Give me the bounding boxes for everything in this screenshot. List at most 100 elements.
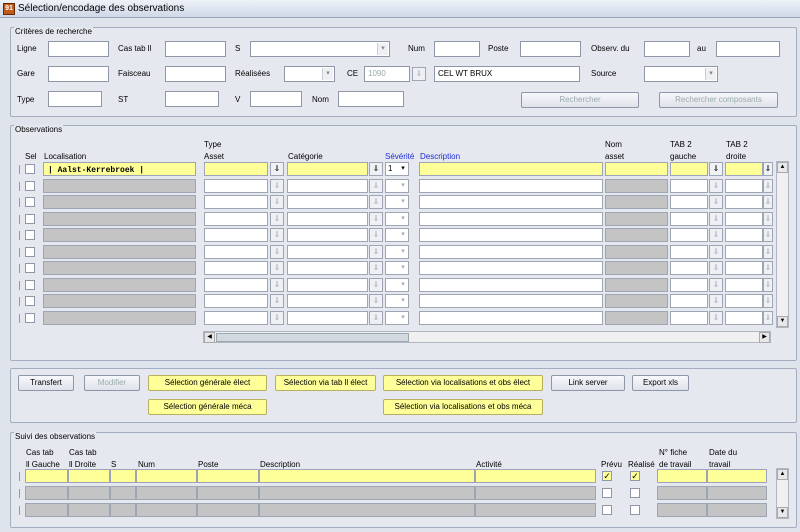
tab2-gauche-cell[interactable] [670, 162, 708, 176]
ligne-input[interactable] [48, 41, 109, 57]
description-cell[interactable] [259, 469, 475, 483]
activite-cell[interactable] [475, 469, 596, 483]
download-icon[interactable]: ⇓ [763, 261, 773, 275]
poste-cell[interactable] [197, 503, 259, 517]
selection-generale-meca-button[interactable]: Sélection générale méca [148, 399, 267, 415]
download-icon[interactable]: ⇓ [763, 278, 773, 292]
num-input[interactable] [434, 41, 480, 57]
tab2-droite-cell[interactable] [725, 195, 763, 209]
categorie-cell[interactable] [287, 245, 368, 259]
tab2-droite-cell[interactable] [725, 245, 763, 259]
nom-asset-cell[interactable] [605, 162, 668, 176]
categorie-cell[interactable] [287, 162, 368, 176]
categorie-cell[interactable] [287, 278, 368, 292]
type-asset-cell[interactable] [204, 245, 268, 259]
localisation-cell[interactable] [43, 228, 196, 242]
s-select[interactable]: ▾ [250, 41, 390, 57]
nom-asset-cell[interactable] [605, 195, 668, 209]
chevron-down-icon[interactable]: ▾ [398, 262, 408, 274]
chevron-down-icon[interactable]: ▾ [398, 196, 408, 208]
observ-au-input[interactable] [716, 41, 780, 57]
v-input[interactable] [250, 91, 302, 107]
tab2-droite-cell[interactable] [725, 228, 763, 242]
select-checkbox[interactable] [25, 197, 35, 207]
download-icon[interactable]: ⇓ [369, 278, 383, 292]
fiche-travail-cell[interactable] [657, 469, 707, 483]
realise-checkbox[interactable]: ✓ [630, 471, 640, 481]
scroll-up-icon[interactable]: ▲ [777, 469, 788, 480]
download-icon[interactable]: ⇓ [369, 245, 383, 259]
tab2-droite-cell[interactable] [725, 311, 763, 325]
download-icon[interactable]: ⇓ [270, 228, 284, 242]
download-icon[interactable]: ⇓ [270, 162, 284, 176]
download-icon[interactable]: ⇓ [369, 179, 383, 193]
download-icon[interactable]: ⇓ [709, 245, 723, 259]
tab2-droite-cell[interactable] [725, 179, 763, 193]
categorie-cell[interactable] [287, 261, 368, 275]
chevron-down-icon[interactable]: ▾ [377, 43, 388, 55]
nom-asset-cell[interactable] [605, 311, 668, 325]
cas-tab-input[interactable] [165, 41, 226, 57]
prevu-checkbox[interactable] [602, 505, 612, 515]
tab2-gauche-cell[interactable] [670, 278, 708, 292]
download-icon[interactable]: ⇓ [369, 228, 383, 242]
type-asset-cell[interactable] [204, 162, 268, 176]
nom-asset-cell[interactable] [605, 212, 668, 226]
type-asset-cell[interactable] [204, 195, 268, 209]
download-icon[interactable]: ⇓ [709, 311, 723, 325]
nom-asset-cell[interactable] [605, 245, 668, 259]
download-icon[interactable]: ⇓ [763, 294, 773, 308]
categorie-cell[interactable] [287, 212, 368, 226]
export-xls-button[interactable]: Export xls [632, 375, 689, 391]
chevron-down-icon[interactable]: ▾ [398, 229, 408, 241]
download-icon[interactable]: ⇓ [412, 67, 426, 81]
chevron-down-icon[interactable]: ▾ [398, 279, 408, 291]
description-cell[interactable] [419, 245, 603, 259]
download-icon[interactable]: ⇓ [369, 261, 383, 275]
tab2-gauche-cell[interactable] [670, 179, 708, 193]
download-icon[interactable]: ⇓ [709, 195, 723, 209]
prevu-checkbox[interactable]: ✓ [602, 471, 612, 481]
categorie-cell[interactable] [287, 294, 368, 308]
categorie-cell[interactable] [287, 179, 368, 193]
type-asset-cell[interactable] [204, 212, 268, 226]
activite-cell[interactable] [475, 486, 596, 500]
download-icon[interactable]: ⇓ [270, 278, 284, 292]
num-cell[interactable] [136, 469, 197, 483]
num-cell[interactable] [136, 486, 197, 500]
download-icon[interactable]: ⇓ [709, 261, 723, 275]
type-asset-cell[interactable] [204, 311, 268, 325]
hscroll-thumb[interactable] [216, 333, 409, 342]
download-icon[interactable]: ⇓ [270, 245, 284, 259]
localisation-cell[interactable] [43, 294, 196, 308]
download-icon[interactable]: ⇓ [709, 278, 723, 292]
description-cell[interactable] [419, 278, 603, 292]
download-icon[interactable]: ⇓ [270, 179, 284, 193]
download-icon[interactable]: ⇓ [270, 212, 284, 226]
download-icon[interactable]: ⇓ [369, 311, 383, 325]
description-cell[interactable] [419, 179, 603, 193]
localisation-cell[interactable] [43, 179, 196, 193]
select-checkbox[interactable] [25, 296, 35, 306]
categorie-cell[interactable] [287, 311, 368, 325]
description-cell[interactable] [419, 228, 603, 242]
download-icon[interactable]: ⇓ [763, 179, 773, 193]
select-checkbox[interactable] [25, 164, 35, 174]
tab2-gauche-cell[interactable] [670, 294, 708, 308]
gare-input[interactable] [48, 66, 109, 82]
tab2-gauche-cell[interactable] [670, 245, 708, 259]
select-checkbox[interactable] [25, 230, 35, 240]
chevron-down-icon[interactable]: ▾ [398, 295, 408, 307]
select-checkbox[interactable] [25, 313, 35, 323]
type-asset-cell[interactable] [204, 228, 268, 242]
download-icon[interactable]: ⇓ [763, 195, 773, 209]
link-server-button[interactable]: Link server [551, 375, 625, 391]
localisation-cell[interactable] [43, 195, 196, 209]
chevron-down-icon[interactable]: ▾ [398, 246, 408, 258]
download-icon[interactable]: ⇓ [763, 212, 773, 226]
scroll-down-icon[interactable]: ▼ [777, 507, 788, 518]
select-checkbox[interactable] [25, 263, 35, 273]
download-icon[interactable]: ⇓ [270, 294, 284, 308]
nom-input[interactable] [338, 91, 404, 107]
selection-generale-elect-button[interactable]: Sélection générale élect [148, 375, 267, 391]
